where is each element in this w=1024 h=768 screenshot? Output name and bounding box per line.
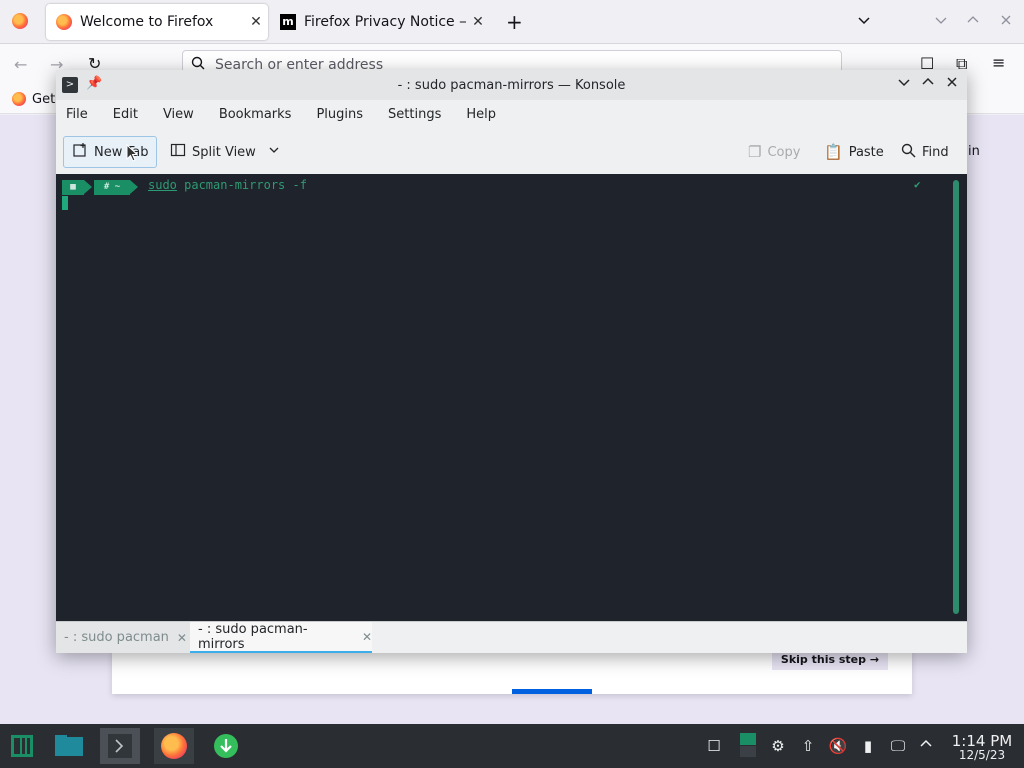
command-sudo: sudo bbox=[148, 178, 177, 192]
chevron-down-icon[interactable] bbox=[268, 144, 280, 160]
new-tab-button[interactable]: + bbox=[506, 10, 523, 34]
scrollbar[interactable] bbox=[953, 180, 959, 614]
konsole-tab-active[interactable]: - : sudo pacman-mirrors ✕ bbox=[190, 622, 372, 653]
new-tab-label: New Tab bbox=[94, 144, 149, 160]
close-tab-icon[interactable]: ✕ bbox=[177, 631, 187, 645]
menu-edit[interactable]: Edit bbox=[113, 107, 138, 122]
menu-icon[interactable]: ≡ bbox=[992, 53, 1005, 72]
prompt-separator bbox=[130, 180, 138, 194]
konsole-titlebar[interactable]: > 📌 - : sudo pacman-mirrors — Konsole bbox=[56, 70, 967, 100]
close-icon[interactable] bbox=[942, 75, 962, 95]
paste-label: Paste bbox=[848, 144, 884, 160]
split-view-button[interactable]: Split View bbox=[170, 136, 280, 168]
menu-bar: File Edit View Bookmarks Plugins Setting… bbox=[56, 100, 967, 128]
terminal-view[interactable]: ▦ # ~ sudo pacman-mirrors -f ✔ bbox=[56, 174, 967, 621]
find-button[interactable]: Find bbox=[901, 136, 949, 168]
prompt-os-segment: ▦ bbox=[62, 180, 84, 195]
close-tab-icon[interactable]: ✕ bbox=[244, 14, 268, 30]
firefox-logo-icon bbox=[56, 14, 72, 30]
app-launcher-icon[interactable] bbox=[8, 731, 36, 761]
menu-plugins[interactable]: Plugins bbox=[316, 107, 363, 122]
paste-button[interactable]: 📋 Paste bbox=[824, 136, 884, 168]
find-label: Find bbox=[922, 144, 949, 160]
installer-icon[interactable] bbox=[210, 731, 242, 761]
maximize-icon[interactable] bbox=[966, 12, 980, 31]
menu-help[interactable]: Help bbox=[466, 107, 496, 122]
firefox-logo-icon bbox=[12, 92, 26, 106]
split-view-label: Split View bbox=[192, 144, 256, 160]
volume-muted-icon[interactable]: 🔇 bbox=[828, 736, 848, 756]
close-tab-icon[interactable]: ✕ bbox=[362, 630, 372, 644]
back-icon[interactable]: ← bbox=[14, 55, 27, 74]
network-icon[interactable]: ⚙ bbox=[768, 736, 788, 756]
desktop-pager-icon[interactable] bbox=[738, 732, 758, 758]
konsole-tab[interactable]: - : sudo pacman ✕ bbox=[56, 622, 190, 653]
menu-bookmarks[interactable]: Bookmarks bbox=[219, 107, 292, 122]
command-args: pacman-mirrors -f bbox=[176, 178, 307, 192]
mozilla-logo-icon: m bbox=[280, 14, 296, 30]
minimize-icon[interactable] bbox=[894, 75, 914, 95]
firefox-tab-bar: Welcome to Firefox ✕ m Firefox Privacy N… bbox=[0, 0, 1024, 44]
update-icon[interactable]: ⇧ bbox=[798, 736, 818, 756]
maximize-icon[interactable] bbox=[918, 75, 938, 95]
tab-label: Firefox Privacy Notice — M bbox=[304, 14, 466, 30]
tab-label: Welcome to Firefox bbox=[80, 14, 214, 30]
list-tabs-chevron-icon[interactable] bbox=[856, 12, 872, 32]
menu-settings[interactable]: Settings bbox=[388, 107, 441, 122]
prompt-dir-segment: # ~ bbox=[94, 180, 130, 195]
firefox-view-icon[interactable] bbox=[12, 13, 28, 33]
close-window-icon[interactable] bbox=[999, 12, 1013, 31]
menu-file[interactable]: File bbox=[66, 107, 88, 122]
copy-icon: ❐ bbox=[748, 143, 762, 161]
window-title: - : sudo pacman-mirrors — Konsole bbox=[397, 77, 626, 93]
minimize-icon[interactable] bbox=[934, 12, 948, 31]
taskbar: ☐ ⚙ ⇧ 🔇 ▮ 🖵 1:14 PM 12/5/23 bbox=[0, 724, 1024, 768]
tab-label: - : sudo pacman-mirrors bbox=[198, 621, 308, 652]
split-view-icon bbox=[170, 142, 186, 162]
clock-date[interactable]: 12/5/23 bbox=[945, 748, 1019, 762]
konsole-tab-bar: - : sudo pacman ✕ - : sudo pacman-mirror… bbox=[56, 621, 967, 653]
new-tab-icon bbox=[72, 142, 88, 162]
firefox-task-icon[interactable] bbox=[154, 728, 194, 764]
konsole-window: > 📌 - : sudo pacman-mirrors — Konsole Fi… bbox=[56, 70, 967, 653]
file-manager-icon[interactable] bbox=[52, 731, 86, 761]
bookmark-getting-started[interactable]: Get bbox=[32, 92, 55, 107]
status-check-icon: ✔ bbox=[914, 178, 921, 191]
command-line: sudo pacman-mirrors -f bbox=[148, 178, 307, 192]
mouse-pointer-icon bbox=[126, 143, 139, 166]
close-tab-icon[interactable]: ✕ bbox=[466, 14, 490, 30]
new-tab-button[interactable]: New Tab bbox=[63, 136, 157, 168]
onboarding-progress-bar bbox=[512, 689, 592, 694]
konsole-task-icon[interactable] bbox=[100, 728, 140, 764]
firefox-tab-welcome[interactable]: Welcome to Firefox ✕ bbox=[46, 4, 268, 40]
sign-in-link[interactable]: in bbox=[968, 144, 980, 159]
copy-label: Copy bbox=[767, 144, 801, 160]
search-icon bbox=[901, 143, 916, 162]
notes-icon[interactable]: ☐ bbox=[704, 736, 724, 756]
main-toolbar: New Tab Split View ❐ Copy 📋 Paste Find bbox=[56, 132, 967, 172]
usb-device-icon[interactable]: ▮ bbox=[858, 736, 878, 756]
text-cursor bbox=[62, 196, 68, 210]
display-icon[interactable]: 🖵 bbox=[888, 736, 908, 756]
firefox-tab-privacy[interactable]: m Firefox Privacy Notice — M ✕ bbox=[272, 4, 490, 40]
copy-button[interactable]: ❐ Copy bbox=[748, 136, 800, 168]
tray-expand-chevron-icon[interactable] bbox=[916, 736, 936, 756]
tab-label: - : sudo pacman bbox=[64, 630, 169, 645]
prompt-separator bbox=[84, 180, 92, 194]
paste-icon: 📋 bbox=[824, 143, 843, 161]
menu-view[interactable]: View bbox=[163, 107, 194, 122]
